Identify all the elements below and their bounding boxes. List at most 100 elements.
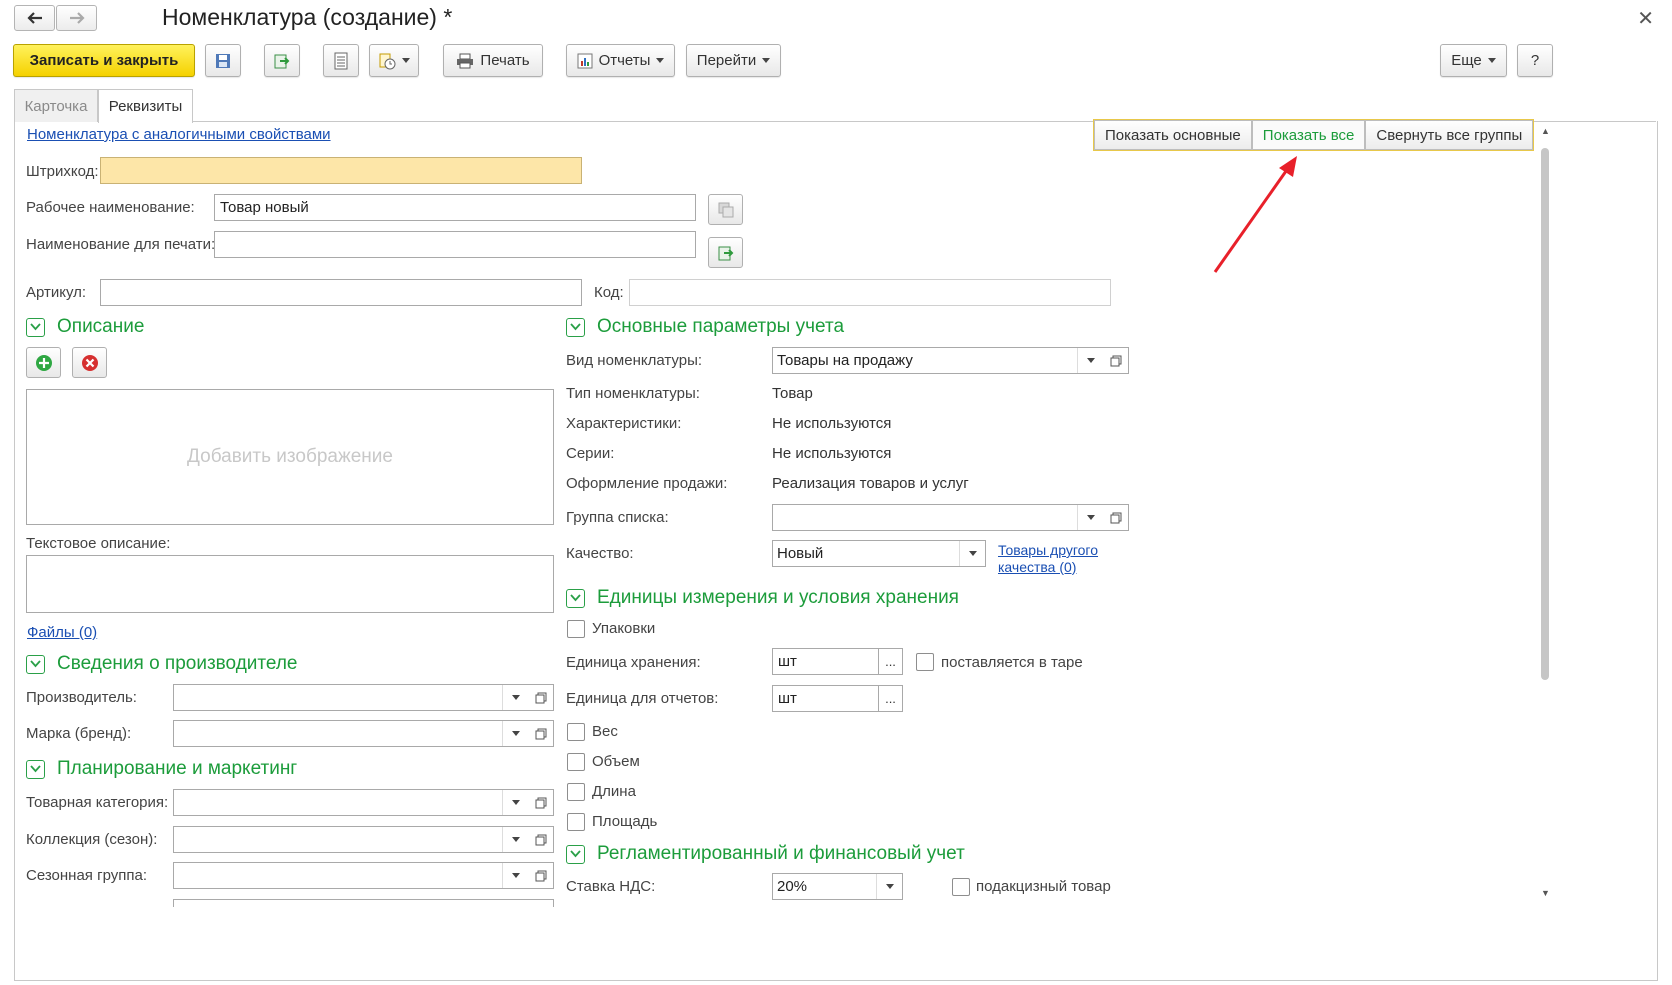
brand-open-button[interactable] [528, 720, 554, 747]
chevron-down-icon[interactable] [959, 541, 985, 566]
chevron-down-icon[interactable] [502, 790, 528, 815]
packages-checkbox[interactable] [567, 620, 585, 638]
category-open-button[interactable] [528, 789, 554, 816]
planning-section-header[interactable]: Планирование и маркетинг [26, 758, 297, 780]
area-checkbox[interactable] [567, 813, 585, 831]
weight-checkbox[interactable] [567, 723, 585, 741]
work-name-input[interactable]: Товар новый [214, 194, 696, 221]
reg-section-header[interactable]: Регламентированный и финансовый учет [566, 843, 965, 865]
report-unit-input[interactable]: шт [772, 685, 879, 712]
article-label: Артикул: [26, 284, 87, 301]
similar-items-link[interactable]: Номенклатура с аналогичными свойствами [27, 126, 331, 143]
post-button[interactable] [264, 44, 300, 77]
collection-open-button[interactable] [528, 826, 554, 853]
close-icon[interactable]: ✕ [1637, 6, 1654, 31]
maker-open-button[interactable] [528, 684, 554, 711]
season-label: Сезонная группа: [26, 867, 147, 884]
list-button[interactable] [323, 44, 359, 77]
description-section-header[interactable]: Описание [26, 316, 144, 338]
area-label: Площадь [592, 813, 658, 830]
collapse-groups-button[interactable]: Свернуть все группы [1365, 120, 1534, 150]
barcode-label: Штрихкод: [26, 163, 99, 180]
scroll-up-icon[interactable]: ▲ [1541, 126, 1550, 136]
length-checkbox[interactable] [567, 783, 585, 801]
report-unit-select-button[interactable]: ... [878, 685, 903, 712]
units-section-header[interactable]: Единицы измерения и условия хранения [566, 587, 959, 609]
chevron-down-icon[interactable] [502, 685, 528, 710]
chevron-down-icon [26, 654, 45, 674]
collection-select[interactable] [173, 826, 529, 853]
tab-card[interactable]: Карточка [14, 89, 98, 122]
maker-select[interactable] [173, 684, 529, 711]
vertical-scrollbar[interactable]: ▲ ▼ [1539, 126, 1552, 906]
create-based-button[interactable] [369, 44, 419, 77]
other-quality-link-line2[interactable]: качества (0) [998, 559, 1076, 575]
copy-name-button[interactable] [708, 194, 743, 225]
next-field-partial [173, 899, 554, 907]
chevron-down-icon[interactable] [502, 827, 528, 852]
goto-label: Перейти [696, 52, 757, 69]
print-name-input[interactable] [214, 231, 696, 258]
quality-select[interactable]: Новый [772, 540, 986, 567]
category-select[interactable] [173, 789, 529, 816]
printer-icon [457, 53, 474, 68]
tab-requisites[interactable]: Реквизиты [98, 89, 193, 123]
print-button[interactable]: Печать [443, 44, 543, 77]
add-image-button[interactable] [26, 347, 61, 378]
reports-button[interactable]: Отчеты [566, 44, 675, 77]
list-group-select[interactable] [772, 504, 1104, 531]
list-group-open-button[interactable] [1103, 504, 1129, 531]
tare-checkbox[interactable] [916, 653, 934, 671]
code-label: Код: [594, 284, 624, 301]
show-all-button[interactable]: Показать все [1251, 120, 1366, 150]
manufacturer-title: Сведения о производителе [57, 653, 298, 674]
fill-print-name-button[interactable] [708, 237, 743, 268]
volume-checkbox[interactable] [567, 753, 585, 771]
chevron-down-icon [656, 58, 665, 63]
image-placeholder[interactable]: Добавить изображение [26, 389, 554, 525]
plus-circle-icon [35, 354, 52, 371]
excise-checkbox[interactable] [952, 878, 970, 896]
manufacturer-section-header[interactable]: Сведения о производителе [26, 653, 297, 675]
kind-open-button[interactable] [1103, 347, 1129, 374]
text-description-input[interactable] [26, 555, 554, 613]
save-close-button[interactable]: Записать и закрыть [13, 44, 195, 77]
work-name-label: Рабочее наименование: [26, 199, 195, 216]
more-label: Еще [1451, 52, 1482, 69]
accounting-section-header[interactable]: Основные параметры учета [566, 316, 844, 338]
barcode-input[interactable] [100, 157, 582, 184]
chevron-down-icon [762, 58, 771, 63]
forward-button[interactable] [56, 5, 97, 31]
copy-icon [718, 202, 733, 217]
quality-value: Новый [777, 545, 824, 562]
help-button[interactable]: ? [1517, 44, 1553, 77]
back-button[interactable] [14, 5, 55, 31]
chevron-down-icon[interactable] [502, 721, 528, 746]
show-main-button[interactable]: Показать основные [1094, 120, 1252, 150]
season-open-button[interactable] [528, 862, 554, 889]
article-input[interactable] [100, 279, 582, 306]
scrollbar-thumb[interactable] [1541, 148, 1549, 680]
length-label: Длина [592, 783, 636, 800]
chevron-down-icon[interactable] [1077, 505, 1103, 530]
more-button[interactable]: Еще [1440, 44, 1507, 77]
delete-image-button[interactable] [72, 347, 107, 378]
chars-value: Не используются [772, 415, 892, 432]
storage-unit-select-button[interactable]: ... [878, 648, 903, 675]
text-description-label: Текстовое описание: [26, 535, 171, 552]
save-button[interactable] [205, 44, 241, 77]
chevron-down-icon[interactable] [876, 874, 902, 899]
storage-unit-input[interactable]: шт [772, 648, 879, 675]
chevron-down-icon[interactable] [1077, 348, 1103, 373]
other-quality-link-line1[interactable]: Товары другого [998, 542, 1098, 558]
chevron-down-icon[interactable] [502, 863, 528, 888]
code-input[interactable] [629, 279, 1111, 306]
season-select[interactable] [173, 862, 529, 889]
vat-select[interactable]: 20% [772, 873, 903, 900]
scroll-down-icon[interactable]: ▼ [1541, 888, 1550, 898]
planning-title: Планирование и маркетинг [57, 758, 298, 779]
goto-button[interactable]: Перейти [686, 44, 781, 77]
brand-select[interactable] [173, 720, 529, 747]
kind-select[interactable]: Товары на продажу [772, 347, 1104, 374]
files-link[interactable]: Файлы (0) [27, 624, 97, 641]
